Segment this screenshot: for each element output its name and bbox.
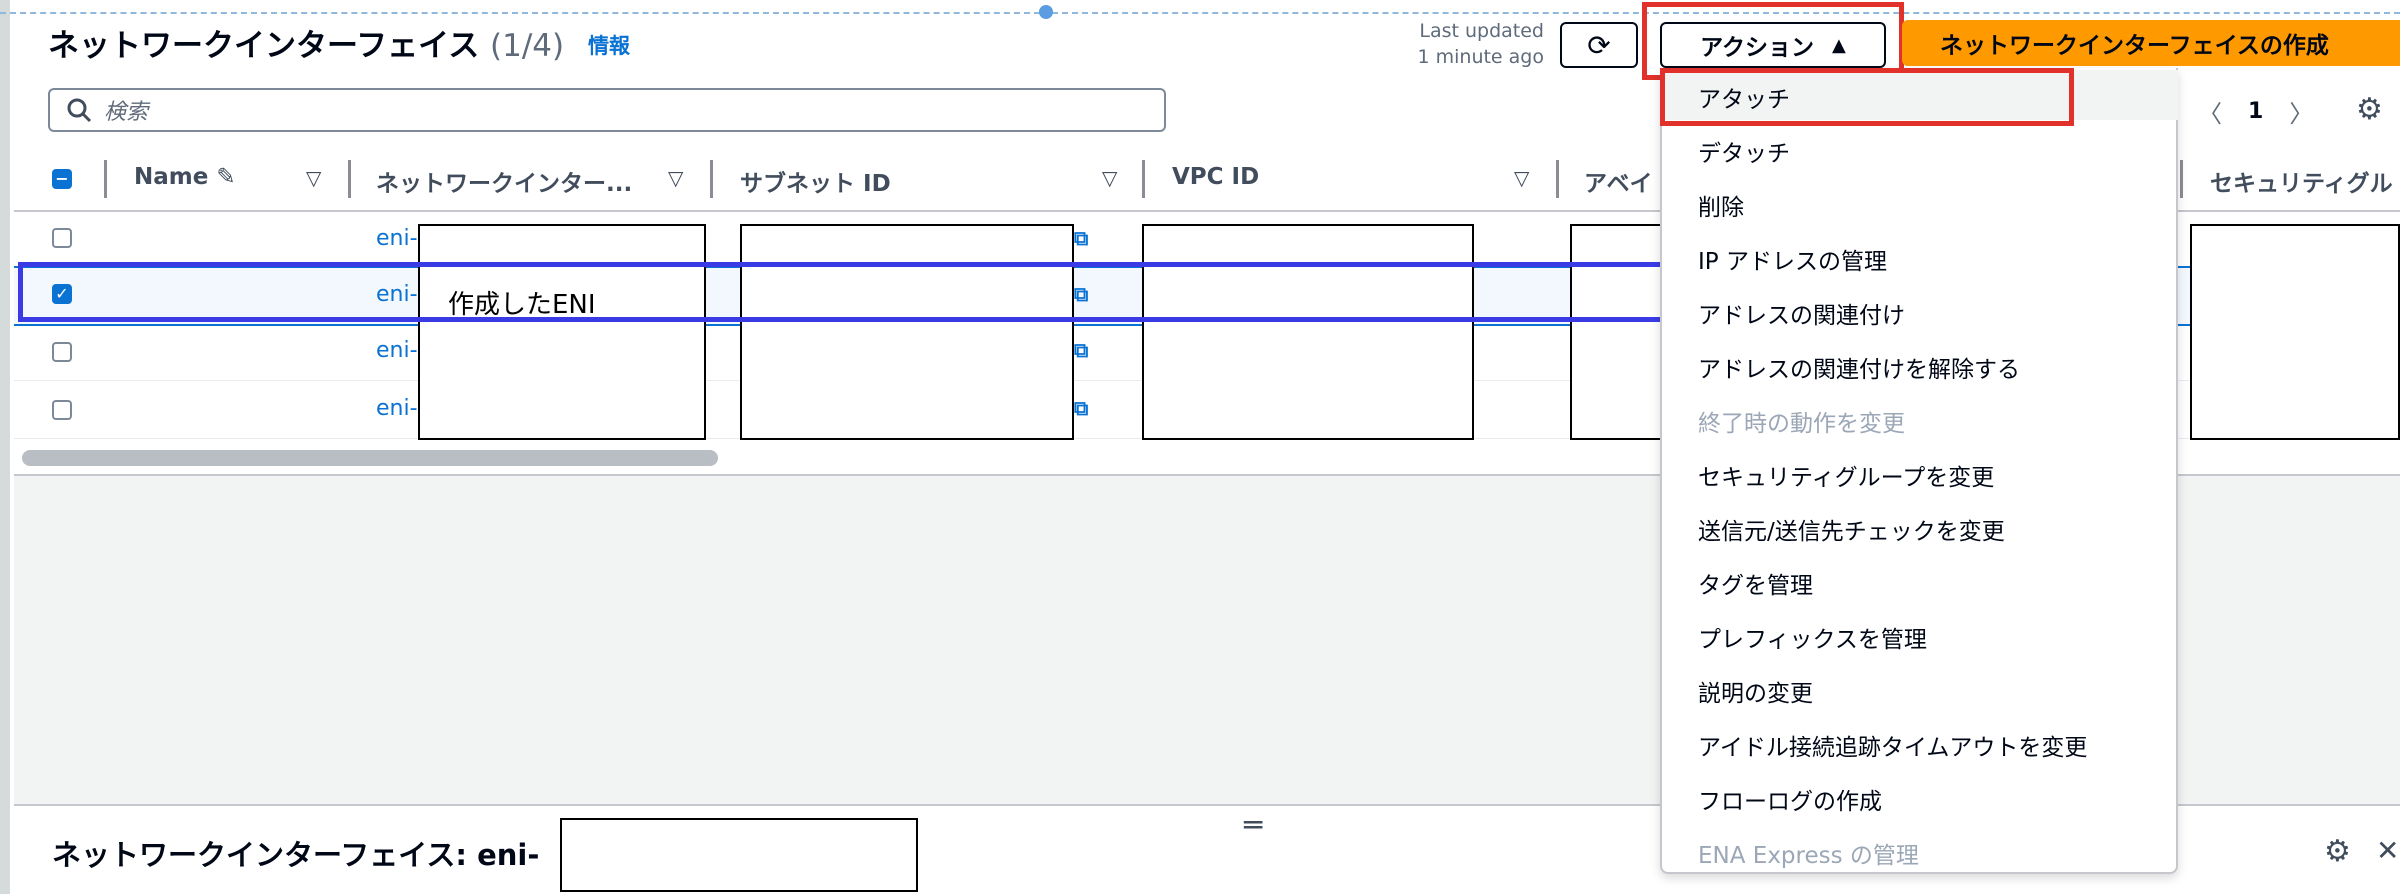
menu-item-termination-behavior: 終了時の動作を変更 [1698, 411, 1905, 437]
redaction-box [2190, 224, 2400, 440]
search-placeholder: 検索 [104, 100, 149, 125]
menu-item-detach[interactable]: デタッチ [1698, 134, 1790, 168]
column-header-interface[interactable]: ネットワークインター... [376, 164, 632, 198]
selection-guide-line [0, 12, 1040, 14]
menu-item-manage-ip[interactable]: IP アドレスの管理 [1698, 242, 1887, 276]
page-title: ネットワークインターフェイス (1/4) [48, 28, 565, 64]
next-page-icon[interactable]: 〉 [2289, 94, 2313, 129]
external-link-icon[interactable]: ⧉ [1074, 396, 1088, 420]
refresh-button[interactable]: ⟳ [1560, 22, 1638, 68]
sort-icon[interactable]: ▽ [1514, 166, 1529, 190]
selection-count: (1/4) [490, 28, 565, 64]
previous-page-icon[interactable]: 〈 [2198, 94, 2222, 129]
last-updated: Last updated 1 minute ago [1417, 20, 1544, 68]
external-link-icon[interactable]: ⧉ [1074, 226, 1088, 250]
row-checkbox[interactable] [52, 400, 72, 420]
horizontal-scrollbar[interactable] [22, 450, 718, 466]
column-divider [104, 160, 107, 198]
menu-item-delete[interactable]: 削除 [1698, 188, 1744, 222]
redaction-box [560, 818, 918, 892]
column-divider[interactable] [710, 160, 713, 198]
menu-item-manage-tags[interactable]: タグを管理 [1698, 566, 1813, 600]
redaction-box [418, 224, 706, 440]
row-checkbox[interactable] [52, 342, 72, 362]
eni-link[interactable]: eni- [376, 226, 418, 251]
sort-icon[interactable]: ▽ [306, 166, 321, 190]
column-header-vpc-id[interactable]: VPC ID [1172, 164, 1259, 190]
info-link[interactable]: 情報 [588, 30, 630, 60]
search-input[interactable]: 検索 [48, 88, 1166, 132]
edit-pencil-icon: ✎ [216, 164, 236, 190]
column-header-subnet-id[interactable]: サブネット ID [740, 164, 891, 198]
menu-item-ena-express: ENA Express の管理 [1698, 843, 1919, 869]
search-icon [67, 98, 92, 123]
refresh-icon: ⟳ [1587, 28, 1611, 62]
resize-handle[interactable] [1039, 5, 1053, 19]
sort-icon[interactable]: ▽ [1102, 166, 1117, 190]
redaction-box [1142, 224, 1474, 440]
pagination: 〈 1 〉 [2198, 94, 2313, 129]
row-checkbox[interactable] [52, 228, 72, 248]
column-divider[interactable] [348, 160, 351, 198]
settings-gear-icon[interactable]: ⚙ [2356, 92, 2383, 127]
column-header-security-group[interactable]: セキュリティグル [2210, 164, 2393, 198]
column-divider[interactable] [1142, 160, 1145, 198]
select-all-checkbox[interactable]: − [52, 169, 72, 189]
sort-icon[interactable]: ▽ [668, 166, 683, 190]
eni-link[interactable]: eni- [376, 338, 418, 363]
page-number[interactable]: 1 [2248, 99, 2263, 124]
column-divider[interactable] [2180, 160, 2183, 198]
redaction-box [740, 224, 1074, 440]
menu-item-change-description[interactable]: 説明の変更 [1698, 674, 1813, 708]
menu-item-disassociate-address[interactable]: アドレスの関連付けを解除する [1698, 350, 2020, 384]
left-panel-edge [0, 0, 10, 894]
created-eni-highlight-box [18, 262, 1668, 322]
menu-item-source-dest-check[interactable]: 送信元/送信先チェックを変更 [1698, 512, 2005, 546]
details-panel-title: ネットワークインターフェイス: eni- [52, 838, 540, 872]
drag-handle-icon[interactable]: ═ [1244, 808, 1262, 843]
attach-highlight-box [1660, 68, 2074, 126]
actions-dropdown-menu: アタッチ デタッチ 削除 IP アドレスの管理 アドレスの関連付け アドレスの関… [1660, 68, 2178, 874]
menu-item-associate-address[interactable]: アドレスの関連付け [1698, 296, 1905, 330]
menu-item-change-security-groups[interactable]: セキュリティグループを変更 [1698, 458, 1994, 492]
external-link-icon[interactable]: ⧉ [1074, 338, 1088, 362]
menu-item-create-flow-log[interactable]: フローログの作成 [1698, 782, 1882, 816]
column-divider[interactable] [1556, 160, 1559, 198]
panel-settings-gear-icon[interactable]: ⚙ [2324, 834, 2351, 869]
column-header-name[interactable]: Name ✎ [134, 164, 236, 190]
close-icon[interactable]: ✕ [2376, 834, 2399, 867]
menu-item-manage-prefixes[interactable]: プレフィックスを管理 [1698, 620, 1927, 654]
menu-item-idle-timeout[interactable]: アイドル接続追跡タイムアウトを変更 [1698, 728, 2087, 762]
created-eni-note: 作成したENI [448, 290, 596, 320]
eni-link[interactable]: eni- [376, 396, 418, 421]
redaction-box [1570, 224, 1666, 440]
column-header-availability-zone[interactable]: アベイ [1584, 164, 1653, 198]
create-network-interface-button[interactable]: ネットワークインターフェイスの作成 [1902, 20, 2400, 66]
